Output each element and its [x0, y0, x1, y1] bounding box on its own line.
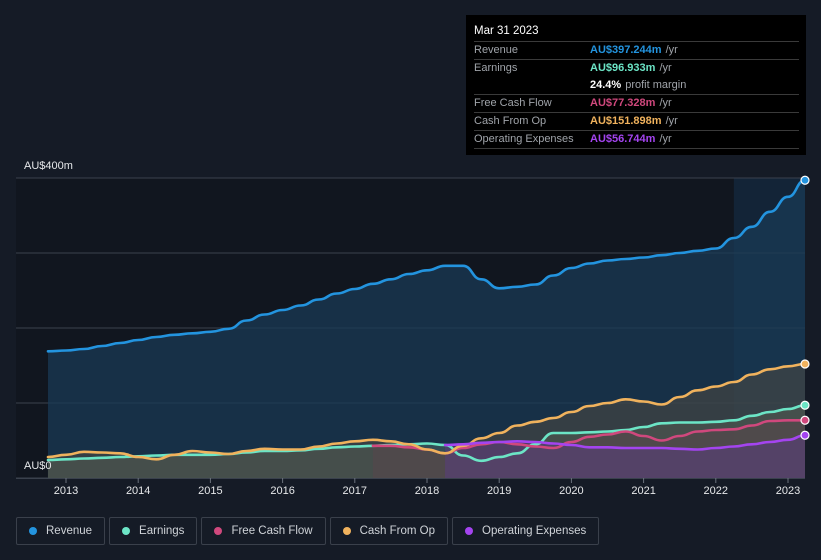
endpoint-free-cash-flow	[800, 415, 810, 425]
tooltip-date: Mar 31 2023	[474, 23, 799, 42]
tooltip-unit: profit margin	[625, 79, 687, 91]
tooltip-value: AU$96.933m	[590, 62, 656, 74]
legend-item-free-cash-flow[interactable]: Free Cash Flow	[201, 517, 326, 545]
tooltip-value: AU$151.898m	[590, 115, 662, 127]
legend: Revenue Earnings Free Cash Flow Cash Fro…	[16, 517, 600, 545]
tooltip-label: Earnings	[474, 62, 518, 74]
tooltip-value: AU$77.328m	[590, 97, 656, 109]
tooltip-row-earnings: Earnings AU$96.933m /yr	[474, 60, 799, 77]
legend-item-cash-from-op[interactable]: Cash From Op	[329, 517, 449, 545]
tooltip-unit: /yr	[665, 44, 678, 56]
tooltip-unit: /yr	[659, 133, 672, 145]
tooltip-unit: /yr	[665, 115, 678, 127]
tooltip-label: Free Cash Flow	[474, 97, 552, 109]
x-tick-label: 2019	[486, 485, 512, 497]
legend-label: Operating Expenses	[482, 525, 587, 537]
legend-dot-icon	[214, 527, 223, 535]
legend-label: Earnings	[139, 525, 185, 537]
tooltip-unit: /yr	[659, 97, 672, 109]
tooltip-row-opex: Operating Expenses AU$56.744m /yr	[474, 131, 799, 149]
y-tick-label-zero: AU$0	[24, 460, 52, 472]
x-tick-label: 2023	[775, 485, 801, 497]
x-tick-label: 2022	[703, 485, 729, 497]
tooltip-row-cfo: Cash From Op AU$151.898m /yr	[474, 113, 799, 131]
tooltip-label: Cash From Op	[474, 115, 547, 127]
endpoint-earnings	[800, 400, 810, 410]
x-tick-label: 2014	[125, 485, 151, 497]
x-tick-label: 2020	[559, 485, 584, 497]
legend-item-earnings[interactable]: Earnings	[109, 517, 198, 545]
tooltip-label: Revenue	[474, 44, 519, 56]
legend-item-operating-expenses[interactable]: Operating Expenses	[452, 517, 600, 545]
legend-label: Cash From Op	[359, 525, 436, 537]
tooltip-row-margin: 24.4% profit margin	[474, 77, 799, 95]
endpoint-cash-from-op	[800, 359, 810, 369]
y-tick-label-max: AU$400m	[24, 160, 73, 172]
x-tick-label: 2015	[198, 485, 223, 497]
legend-label: Free Cash Flow	[231, 525, 313, 537]
legend-dot-icon	[122, 527, 131, 535]
tooltip-label: Operating Expenses	[474, 133, 574, 145]
legend-dot-icon	[342, 527, 351, 535]
x-tick-label: 2013	[53, 485, 79, 497]
tooltip-value: AU$397.244m	[590, 44, 662, 56]
tooltip-unit: /yr	[659, 62, 672, 74]
profit-margin-value: 24.4%	[590, 79, 622, 91]
legend-dot-icon	[29, 527, 37, 535]
tooltip-label	[474, 77, 590, 94]
tooltip-row-fcf: Free Cash Flow AU$77.328m /yr	[474, 95, 799, 113]
x-tick-label: 2016	[270, 485, 295, 497]
legend-dot-icon	[465, 527, 474, 535]
x-tick-label: 2018	[414, 485, 440, 497]
x-tick-label: 2021	[631, 485, 656, 497]
tooltip-row-revenue: Revenue AU$397.244m /yr	[474, 42, 799, 60]
tooltip-value: AU$56.744m	[590, 133, 656, 145]
endpoint-operating-expenses	[800, 430, 810, 440]
tooltip: Mar 31 2023 Revenue AU$397.244m /yr Earn…	[466, 15, 806, 155]
x-tick-label: 2017	[342, 485, 368, 497]
legend-item-revenue[interactable]: Revenue	[16, 517, 106, 545]
endpoint-revenue	[800, 175, 810, 185]
legend-label: Revenue	[46, 525, 93, 537]
